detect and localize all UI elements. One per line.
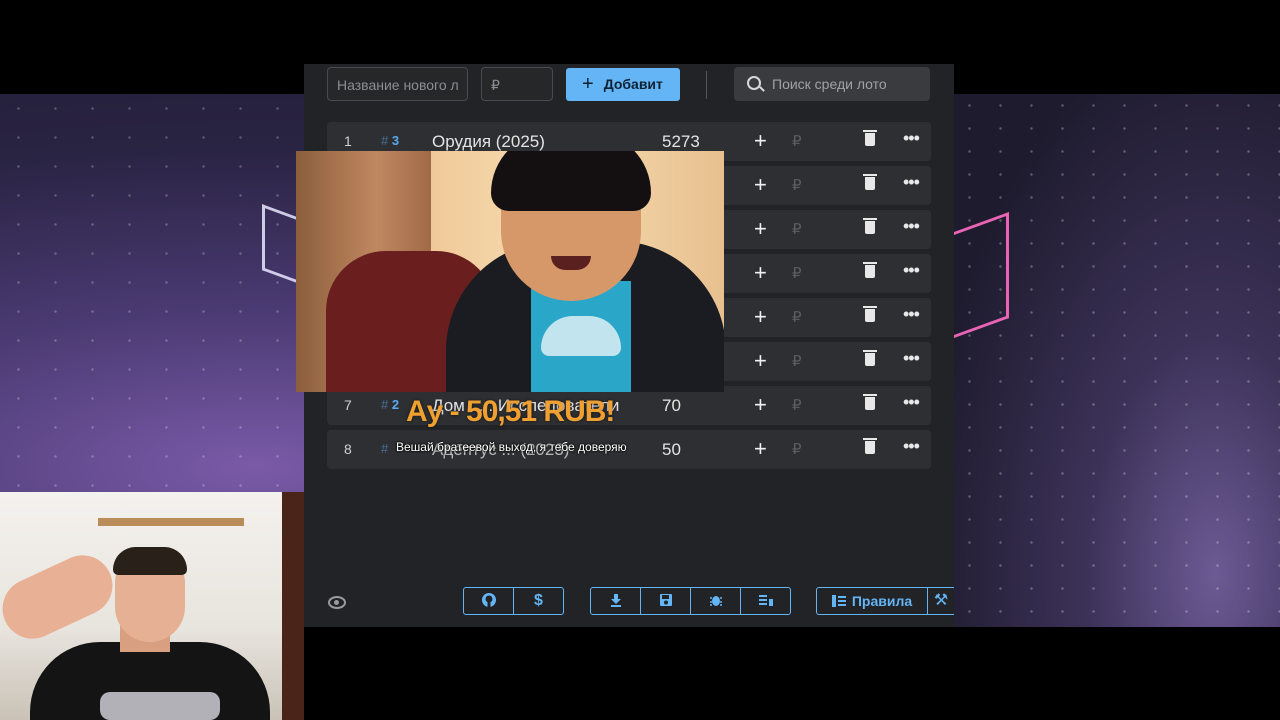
lot-amount: 5273 [662, 132, 700, 151]
lot-name-input[interactable]: Название нового л [327, 67, 468, 101]
add-amount-icon[interactable]: + [754, 304, 767, 330]
add-amount-icon[interactable]: + [754, 392, 767, 418]
dollar-icon: $ [534, 592, 543, 609]
lot-price-input[interactable]: ₽ [481, 67, 553, 101]
more-options-icon[interactable]: ••• [903, 392, 920, 413]
wrench-icon: ⚒ [933, 592, 949, 609]
donation-alert-message: Вешай братеевой выход, я тебе доверяю [396, 440, 627, 454]
search-placeholder: Поиск среди лото [772, 76, 887, 92]
github-icon [481, 593, 496, 607]
add-lot-button[interactable]: + Добавит [566, 68, 680, 101]
trash-icon[interactable] [863, 174, 877, 190]
trash-icon[interactable] [863, 262, 877, 278]
trash-icon[interactable] [863, 218, 877, 234]
add-lot-label: Добавит [603, 76, 663, 92]
add-amount-icon[interactable]: + [754, 260, 767, 286]
webcam-person-arm [0, 545, 123, 649]
toolbar: Название нового л ₽ + Добавит Поиск среди… [327, 67, 954, 103]
trash-icon[interactable] [863, 306, 877, 322]
more-options-icon[interactable]: ••• [903, 216, 920, 237]
toolbar-divider [706, 71, 707, 99]
lot-tag[interactable]: # [381, 441, 388, 456]
settings-button[interactable]: ⚒ [927, 587, 954, 615]
more-options-icon[interactable]: ••• [903, 436, 920, 457]
lot-amount: 50 [662, 440, 681, 459]
add-amount-icon[interactable]: + [754, 348, 767, 374]
more-options-icon[interactable]: ••• [903, 348, 920, 369]
video-person-hair [491, 151, 651, 211]
eye-icon[interactable] [328, 596, 346, 609]
add-amount-icon[interactable]: + [754, 128, 767, 154]
rules-button[interactable]: Правила [816, 587, 928, 615]
bug-icon [709, 596, 722, 606]
webcam-door [282, 492, 304, 720]
ruble-icon[interactable]: ₽ [792, 176, 802, 194]
add-amount-icon[interactable]: + [754, 216, 767, 242]
add-amount-icon[interactable]: + [754, 172, 767, 198]
download-button[interactable] [590, 587, 641, 615]
more-options-icon[interactable]: ••• [903, 304, 920, 325]
download-icon [610, 594, 621, 607]
lot-number: 7 [344, 397, 352, 413]
github-button[interactable] [463, 587, 514, 615]
donation-alert-headline: Ау - 50,51 RUB! [406, 395, 615, 428]
lot-tag[interactable]: # 2 [381, 397, 399, 412]
ruble-icon[interactable]: ₽ [792, 308, 802, 326]
rules-icon [831, 595, 846, 607]
more-options-icon[interactable]: ••• [903, 128, 920, 149]
more-options-icon[interactable]: ••• [903, 260, 920, 281]
bug-report-button[interactable] [690, 587, 741, 615]
ruble-icon[interactable]: ₽ [792, 440, 802, 458]
clear-list-button[interactable] [740, 587, 791, 615]
trash-icon[interactable] [863, 350, 877, 366]
save-button[interactable] [640, 587, 691, 615]
search-input[interactable]: Поиск среди лото [734, 67, 930, 101]
save-icon [659, 594, 672, 606]
ruble-icon[interactable]: ₽ [792, 264, 802, 282]
search-icon [747, 76, 761, 90]
stream-background-right [954, 94, 1280, 627]
webcam-shirt-print [100, 692, 220, 720]
lot-tag-id: 2 [391, 397, 400, 412]
ruble-icon[interactable]: ₽ [792, 396, 802, 414]
footer-toolbar: $ Правила ⚒ [304, 580, 954, 627]
lot-amount: 70 [662, 396, 681, 415]
ruble-icon[interactable]: ₽ [792, 220, 802, 238]
streamer-webcam [0, 492, 304, 720]
plus-icon: + [582, 73, 594, 95]
webcam-person-hair [113, 547, 187, 575]
lot-number: 1 [344, 133, 352, 149]
trash-icon[interactable] [863, 130, 877, 146]
lot-name[interactable]: Орудия (2025) [432, 132, 545, 152]
lot-number: 8 [344, 441, 352, 457]
more-options-icon[interactable]: ••• [903, 172, 920, 193]
webcam-shelf [98, 518, 244, 526]
trash-icon[interactable] [863, 394, 877, 410]
trash-icon[interactable] [863, 438, 877, 454]
decorative-frame-right [954, 211, 1009, 339]
rules-label: Правила [851, 593, 913, 609]
donate-button[interactable]: $ [513, 587, 564, 615]
clear-list-icon [758, 595, 773, 606]
lot-tag[interactable]: # 3 [381, 133, 399, 148]
ruble-icon[interactable]: ₽ [792, 352, 802, 370]
lot-tag-id: 3 [391, 133, 400, 148]
donation-video-overlay [296, 151, 724, 392]
add-amount-icon[interactable]: + [754, 436, 767, 462]
ruble-icon[interactable]: ₽ [792, 132, 802, 150]
